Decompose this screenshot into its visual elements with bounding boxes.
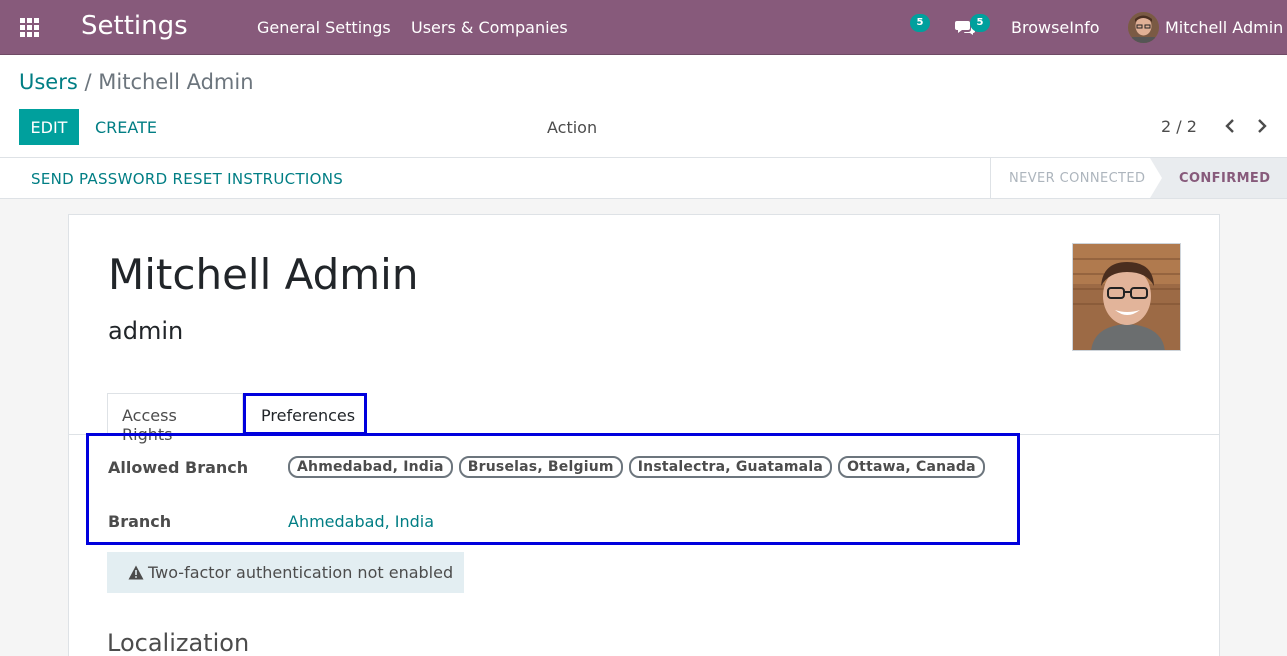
app-title[interactable]: Settings (81, 11, 188, 41)
apps-menu-icon[interactable] (20, 18, 40, 37)
twofa-notice: Two-factor authentication not enabled (107, 552, 464, 593)
company-switcher[interactable]: BrowseInfo (1011, 18, 1100, 37)
stage-arrow (1150, 158, 1162, 198)
activities-count-badge: 5 (910, 14, 930, 32)
create-button[interactable]: CREATE (95, 118, 157, 137)
notebook-tabs: Access Rights Preferences (69, 393, 1219, 444)
messages-count-badge: 5 (970, 14, 990, 32)
pager-value[interactable]: 2 / 2 (1161, 117, 1197, 136)
send-password-reset-button[interactable]: SEND PASSWORD RESET INSTRUCTIONS (31, 170, 343, 188)
chevron-left-icon[interactable] (1222, 117, 1238, 135)
preferences-panel: Allowed Branch Ahmedabad, India Bruselas… (86, 433, 1020, 545)
control-panel: Users / Mitchell Admin EDIT CREATE Actio… (0, 55, 1287, 158)
record-login: admin (108, 317, 184, 345)
breadcrumb: Users / Mitchell Admin (19, 70, 254, 94)
edit-button[interactable]: EDIT (19, 109, 79, 145)
stage-never-connected: NEVER CONNECTED (990, 158, 1150, 198)
branch-tag[interactable]: Ottawa, Canada (838, 456, 985, 478)
localization-section-title: Localization (107, 629, 250, 656)
branch-label: Branch (108, 512, 172, 531)
allowed-branch-tags[interactable]: Ahmedabad, India Bruselas, Belgium Insta… (288, 456, 986, 478)
breadcrumb-users-link[interactable]: Users (19, 70, 78, 94)
warning-icon (128, 565, 144, 580)
top-navbar: Settings General Settings Users & Compan… (0, 0, 1287, 55)
chevron-right-icon[interactable] (1254, 117, 1270, 135)
form-statusbar: SEND PASSWORD RESET INSTRUCTIONS NEVER C… (0, 158, 1287, 199)
breadcrumb-current: Mitchell Admin (98, 70, 254, 94)
branch-tag[interactable]: Bruselas, Belgium (458, 456, 623, 478)
messages-button[interactable]: 5 (952, 14, 990, 42)
tab-access-rights[interactable]: Access Rights (107, 393, 243, 444)
stage-confirmed: CONFIRMED (1150, 158, 1287, 198)
menu-general-settings[interactable]: General Settings (257, 18, 391, 37)
user-photo[interactable] (1072, 243, 1181, 351)
record-name: Mitchell Admin (108, 250, 419, 299)
branch-tag[interactable]: Instalectra, Guatamala (628, 456, 832, 478)
user-avatar[interactable] (1128, 12, 1159, 43)
branch-link[interactable]: Ahmedabad, India (288, 512, 434, 531)
action-dropdown[interactable]: Action (547, 118, 597, 137)
menu-users-companies[interactable]: Users & Companies (411, 18, 568, 37)
activities-button[interactable]: 5 (905, 14, 935, 42)
tab-preferences[interactable]: Preferences (243, 393, 367, 435)
branch-tag[interactable]: Ahmedabad, India (288, 456, 453, 478)
allowed-branch-label: Allowed Branch (108, 458, 249, 477)
user-menu[interactable]: Mitchell Admin (1165, 18, 1283, 37)
form-sheet: Mitchell Admin admin Access Rights Prefe… (68, 214, 1220, 656)
breadcrumb-separator: / (84, 70, 92, 94)
twofa-notice-text: Two-factor authentication not enabled (148, 563, 454, 582)
